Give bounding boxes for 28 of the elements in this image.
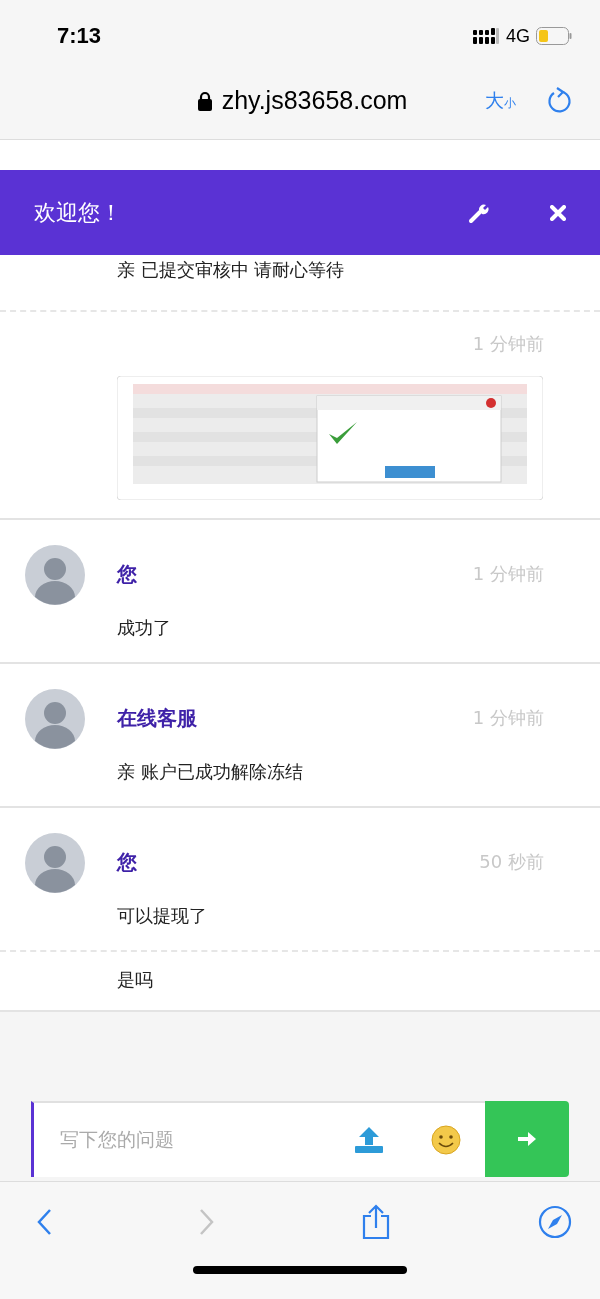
network-label: 4G: [506, 25, 530, 47]
text-size-button[interactable]: 大小: [485, 87, 516, 114]
upload-icon[interactable]: [355, 1127, 383, 1153]
back-icon[interactable]: [36, 1208, 52, 1236]
lock-icon: [197, 90, 212, 111]
message-text: 可以提现了: [117, 904, 208, 928]
status-time: 7:13: [57, 23, 102, 49]
sender-name: 在线客服: [117, 704, 198, 732]
message-text: 是吗: [117, 968, 154, 992]
message-text: 亲 账户已成功解除冻结: [117, 760, 304, 784]
url-text[interactable]: zhy.js83658.com: [221, 86, 408, 115]
close-icon[interactable]: [550, 204, 566, 221]
sender-name: 您: [117, 560, 138, 588]
message-input[interactable]: 写下您的问题: [58, 1128, 307, 1152]
chat-title: 欢迎您！: [34, 198, 123, 227]
compass-icon[interactable]: [537, 1205, 572, 1239]
message-text: 亲 已提交审核中 请耐心等待: [117, 258, 346, 282]
battery-icon: [536, 27, 572, 45]
emoji-icon[interactable]: [431, 1125, 461, 1155]
signal-icon: [473, 28, 500, 44]
message-text: 成功了: [117, 616, 172, 640]
share-icon[interactable]: [361, 1204, 392, 1240]
avatar-icon: [25, 689, 85, 749]
avatar-icon: [25, 833, 85, 893]
sender-name: 您: [117, 848, 138, 876]
arrow-icon: [518, 1132, 536, 1146]
avatar-icon: [25, 545, 85, 605]
reload-icon[interactable]: [546, 86, 572, 115]
